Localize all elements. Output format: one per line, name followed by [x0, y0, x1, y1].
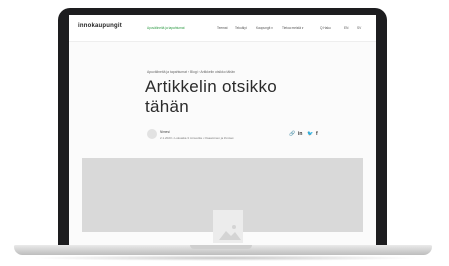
- nav-item-apuvalineita[interactable]: Apuvälineitä ja tapahtumat: [147, 26, 185, 30]
- page-title-line-1: Artikkelin otsikko: [145, 77, 277, 96]
- linkedin-icon[interactable]: in: [298, 131, 302, 137]
- site-logo[interactable]: innokaupungit: [78, 23, 122, 29]
- author-avatar: [147, 129, 157, 139]
- image-placeholder-icon: [213, 210, 243, 243]
- nav-item-teemat[interactable]: Teemat: [217, 26, 227, 30]
- top-navbar: innokaupungit Apuvälineitä ja tapahtumat…: [69, 15, 376, 42]
- screen: innokaupungit Apuvälineitä ja tapahtumat…: [69, 15, 376, 247]
- lang-en[interactable]: EN: [344, 26, 348, 30]
- laptop-base-notch: [190, 245, 252, 249]
- search-link[interactable]: Q Haku: [320, 26, 331, 30]
- nav-item-tekoalyt[interactable]: Tekoälyt: [235, 26, 247, 30]
- twitter-icon[interactable]: 🐦: [307, 131, 313, 137]
- lang-sv[interactable]: SV: [357, 26, 361, 30]
- link-icon[interactable]: 🔗: [289, 131, 295, 137]
- page-title: Artikkelin otsikko tähän: [145, 77, 345, 117]
- nav-item-kaupungit[interactable]: Kaupungit ▾: [256, 26, 273, 30]
- facebook-icon[interactable]: f: [316, 131, 318, 137]
- author-name: Nimesi: [160, 130, 170, 134]
- page-title-line-2: tähän: [145, 97, 190, 116]
- breadcrumb[interactable]: Apuvälineitä ja tapahtumat › Blogi › Art…: [147, 70, 235, 74]
- nav-item-tietoa-meista[interactable]: Tietoa meistä ▾: [282, 26, 304, 30]
- author-meta: 2.1.2023 • Lukuaika 3 minuuttia • Osaami…: [160, 136, 234, 140]
- laptop-shadow: [30, 255, 420, 261]
